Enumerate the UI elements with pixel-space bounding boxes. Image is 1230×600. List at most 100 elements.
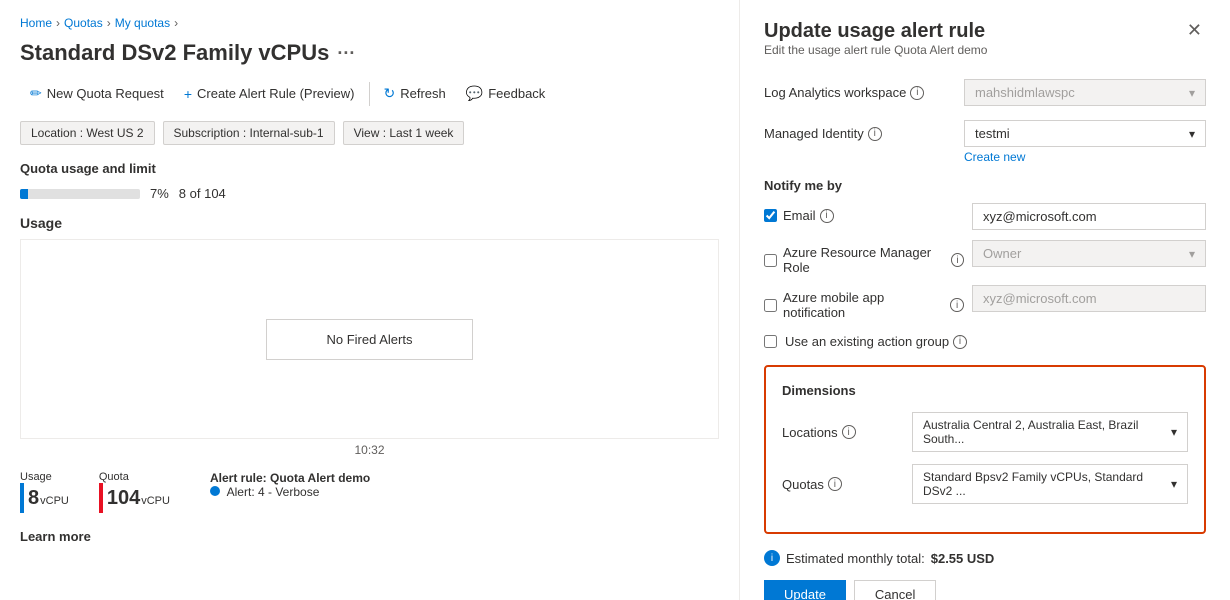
email-row: Email i <box>764 203 1206 230</box>
quota-bar-stat <box>99 483 103 513</box>
alert-verbose: Alert: 4 - Verbose <box>210 485 370 499</box>
alert-dot <box>210 486 220 496</box>
managed-identity-select[interactable]: testmi ▾ <box>964 120 1206 147</box>
breadcrumb-sep1: › <box>56 16 60 30</box>
refresh-icon: ↻ <box>384 85 396 102</box>
action-group-checkbox[interactable] <box>764 335 777 348</box>
view-filter[interactable]: View : Last 1 week <box>343 121 465 145</box>
managed-identity-info-icon[interactable]: i <box>868 127 882 141</box>
chevron-down-icon3: ▾ <box>1189 247 1195 261</box>
create-alert-label: Create Alert Rule (Preview) <box>197 86 355 101</box>
estimated-label: Estimated monthly total: <box>786 551 925 566</box>
dimensions-box: Dimensions Locations i Australia Central… <box>764 365 1206 534</box>
estimated-row: i Estimated monthly total: $2.55 USD <box>764 550 1206 566</box>
dimensions-title: Dimensions <box>782 383 1188 398</box>
learn-more[interactable]: Learn more <box>20 529 719 544</box>
quota-numbers: 8 of 104 <box>179 186 226 201</box>
new-quota-label: New Quota Request <box>47 86 164 101</box>
chevron-down-icon2: ▾ <box>1189 127 1195 141</box>
email-label: Email i <box>783 208 834 223</box>
arm-role-row: Azure Resource Manager Role i Owner ▾ <box>764 240 1206 275</box>
notify-title: Notify me by <box>764 178 1206 193</box>
panel-header: Update usage alert rule Edit the usage a… <box>764 20 1206 75</box>
arm-role-info-icon[interactable]: i <box>951 253 964 267</box>
estimated-info-icon: i <box>764 550 780 566</box>
create-alert-rule-button[interactable]: + Create Alert Rule (Preview) <box>174 81 365 107</box>
refresh-label: Refresh <box>400 86 446 101</box>
cancel-button[interactable]: Cancel <box>854 580 936 600</box>
quotas-row: Quotas i Standard Bpsv2 Family vCPUs, St… <box>782 464 1188 504</box>
panel-subtitle: Edit the usage alert rule Quota Alert de… <box>764 43 987 57</box>
usage-value: 8vCPU <box>28 487 69 510</box>
quota-section-title: Quota usage and limit <box>20 161 719 176</box>
refresh-button[interactable]: ↻ Refresh <box>374 80 456 107</box>
toolbar: ✏ New Quota Request + Create Alert Rule … <box>20 80 719 107</box>
panel-title: Update usage alert rule <box>764 20 987 43</box>
action-group-info-icon[interactable]: i <box>953 335 967 349</box>
feedback-button[interactable]: 💬 Feedback <box>456 80 556 107</box>
mobile-input[interactable] <box>972 285 1206 312</box>
log-analytics-select[interactable]: mahshidmlawspc ▾ <box>964 79 1206 106</box>
log-analytics-label: Log Analytics workspace i <box>764 79 964 100</box>
usage-bar <box>20 483 24 513</box>
usage-label: Usage <box>20 471 69 483</box>
quotas-control: Standard Bpsv2 Family vCPUs, Standard DS… <box>912 464 1188 504</box>
arm-role-label: Azure Resource Manager Role i <box>783 245 964 275</box>
mobile-input-control <box>972 285 1206 312</box>
managed-identity-label: Managed Identity i <box>764 120 964 141</box>
breadcrumb-sep3: › <box>174 16 178 30</box>
mobile-row: Azure mobile app notification i <box>764 285 1206 320</box>
log-analytics-row: Log Analytics workspace i mahshidmlawspc… <box>764 79 1206 106</box>
feedback-label: Feedback <box>488 86 545 101</box>
quota-bar-row: 7% 8 of 104 <box>20 186 719 201</box>
chart-time: 10:32 <box>20 443 719 457</box>
chart-label: Usage <box>20 215 719 231</box>
breadcrumb-quotas[interactable]: Quotas <box>64 16 103 30</box>
feedback-icon: 💬 <box>466 85 483 102</box>
pencil-icon: ✏ <box>30 85 42 102</box>
locations-info-icon[interactable]: i <box>842 425 856 439</box>
quota-percentage: 7% <box>150 186 169 201</box>
email-checkbox[interactable] <box>764 209 777 222</box>
quotas-select[interactable]: Standard Bpsv2 Family vCPUs, Standard DS… <box>912 464 1188 504</box>
log-analytics-control: mahshidmlawspc ▾ <box>964 79 1206 106</box>
right-panel: Update usage alert rule Edit the usage a… <box>740 0 1230 600</box>
quota-bar-inner <box>20 189 28 199</box>
close-button[interactable]: ✕ <box>1183 20 1206 41</box>
toolbar-separator <box>369 82 370 106</box>
arm-role-control: Owner ▾ <box>972 240 1206 267</box>
update-button[interactable]: Update <box>764 580 846 600</box>
log-analytics-info-icon[interactable]: i <box>910 86 924 100</box>
mobile-label: Azure mobile app notification i <box>783 290 964 320</box>
email-info-icon[interactable]: i <box>820 209 834 223</box>
action-group-label: Use an existing action group i <box>785 334 967 349</box>
location-filter[interactable]: Location : West US 2 <box>20 121 155 145</box>
quota-label: Quota <box>99 471 170 483</box>
mobile-info-icon[interactable]: i <box>950 298 964 312</box>
breadcrumb: Home › Quotas › My quotas › <box>20 16 719 30</box>
create-new-link[interactable]: Create new <box>964 150 1206 164</box>
locations-select[interactable]: Australia Central 2, Australia East, Bra… <box>912 412 1188 452</box>
page-title-row: Standard DSv2 Family vCPUs ··· <box>20 40 719 66</box>
new-quota-request-button[interactable]: ✏ New Quota Request <box>20 80 174 107</box>
alert-rule-title: Alert rule: Quota Alert demo <box>210 471 370 485</box>
page-title-more[interactable]: ··· <box>337 43 355 64</box>
managed-identity-control: testmi ▾ Create new <box>964 120 1206 164</box>
quotas-info-icon[interactable]: i <box>828 477 842 491</box>
plus-icon: + <box>184 86 192 102</box>
stats-row: Usage 8vCPU Quota 104vCPU <box>20 471 719 513</box>
mobile-checkbox[interactable] <box>764 299 777 312</box>
no-alerts-box: No Fired Alerts <box>266 319 474 360</box>
usage-stat: Usage 8vCPU <box>20 471 69 513</box>
quota-bar-outer <box>20 189 140 199</box>
breadcrumb-sep2: › <box>107 16 111 30</box>
breadcrumb-home[interactable]: Home <box>20 16 52 30</box>
chevron-down-icon: ▾ <box>1189 86 1195 100</box>
alert-rule-info: Alert rule: Quota Alert demo Alert: 4 - … <box>210 471 370 499</box>
arm-role-select[interactable]: Owner ▾ <box>972 240 1206 267</box>
left-panel: Home › Quotas › My quotas › Standard DSv… <box>0 0 740 600</box>
arm-role-checkbox[interactable] <box>764 254 777 267</box>
email-input[interactable] <box>972 203 1206 230</box>
breadcrumb-my-quotas[interactable]: My quotas <box>115 16 170 30</box>
subscription-filter[interactable]: Subscription : Internal-sub-1 <box>163 121 335 145</box>
